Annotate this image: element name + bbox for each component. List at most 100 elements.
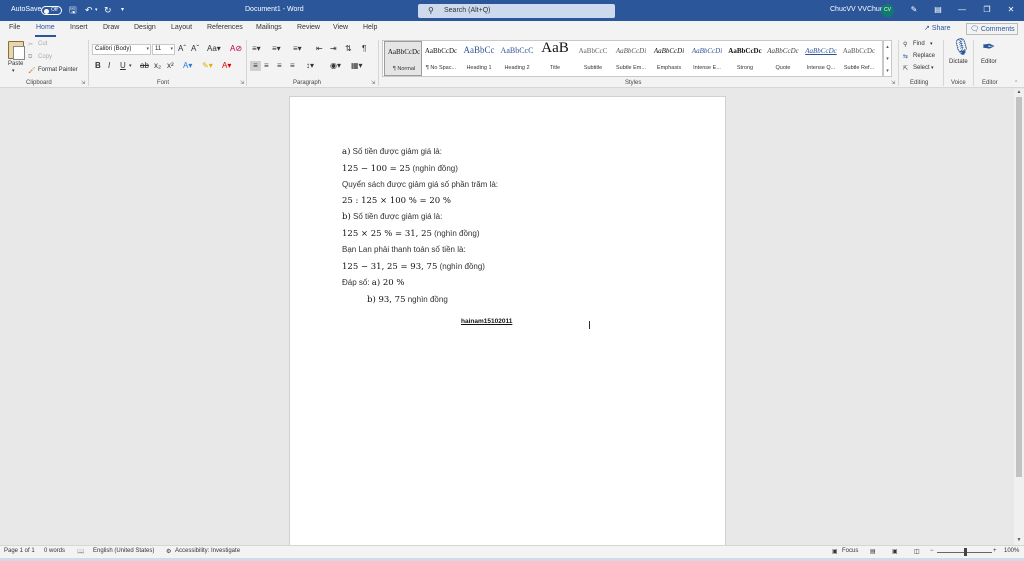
style-emphasis[interactable]: AaBbCcDi Emphasis bbox=[650, 41, 688, 76]
tab-help[interactable]: Help bbox=[363, 24, 377, 31]
microphone-icon[interactable]: 🎙 bbox=[951, 39, 971, 57]
customize-toolbar-icon[interactable]: ▾ bbox=[121, 4, 124, 16]
style-heading-1[interactable]: AaBbCc Heading 1 bbox=[460, 41, 498, 76]
style-title[interactable]: AaB Title bbox=[536, 40, 574, 76]
close-icon[interactable]: ✕ bbox=[1004, 3, 1018, 17]
dictate-button[interactable]: Dictate bbox=[949, 59, 968, 65]
zoom-level[interactable]: 100% bbox=[1004, 548, 1019, 554]
zoom-slider-thumb[interactable] bbox=[964, 548, 967, 556]
autosave-toggle[interactable]: Off bbox=[41, 6, 62, 15]
find-dropdown-icon[interactable]: ▾ bbox=[930, 41, 933, 47]
superscript-icon[interactable]: x² bbox=[167, 61, 174, 71]
font-name-combo[interactable]: Calibri (Body) ▾ bbox=[92, 44, 151, 55]
restore-icon[interactable]: ❐ bbox=[980, 3, 994, 17]
select-button[interactable]: Select bbox=[913, 65, 930, 71]
share-button[interactable]: ↗ Share bbox=[924, 23, 960, 35]
grow-font-icon[interactable]: Aˆ bbox=[178, 44, 186, 54]
bold-icon[interactable]: B bbox=[95, 61, 101, 71]
align-right-icon[interactable]: ≡ bbox=[277, 61, 282, 71]
tab-design[interactable]: Design bbox=[134, 24, 156, 31]
avatar[interactable]: CV bbox=[881, 4, 894, 17]
style-intense-quote[interactable]: AaBbCcDc Intense Q... bbox=[802, 41, 840, 76]
ribbon-display-icon[interactable]: ▤ bbox=[931, 3, 945, 17]
undo-dropdown-icon[interactable]: ▾ bbox=[95, 4, 98, 16]
accessibility-status[interactable]: Accessibility: Investigate bbox=[175, 548, 240, 554]
read-mode-icon[interactable]: ▤ bbox=[870, 548, 876, 555]
style-subtle-emphasis[interactable]: AaBbCcDi Subtle Em... bbox=[612, 41, 650, 76]
borders-icon[interactable]: ▦▾ bbox=[351, 61, 363, 71]
line-spacing-icon[interactable]: ↕▾ bbox=[306, 61, 314, 71]
align-center-icon[interactable]: ≡ bbox=[264, 61, 269, 71]
font-color-icon[interactable]: A▾ bbox=[222, 61, 231, 71]
styles-launcher-icon[interactable]: ⇲ bbox=[891, 80, 895, 86]
style-quote[interactable]: AaBbCcDc Quote bbox=[764, 41, 802, 76]
style-intense-emphasis[interactable]: AaBbCcDi Intense E... bbox=[688, 41, 726, 76]
text-effects-icon[interactable]: A▾ bbox=[183, 61, 192, 71]
tab-home[interactable]: Home bbox=[35, 24, 56, 37]
increase-indent-icon[interactable]: ⇥ bbox=[330, 44, 337, 54]
format-painter-button[interactable]: Format Painter bbox=[38, 67, 78, 73]
bullets-icon[interactable]: ≡▾ bbox=[252, 44, 261, 54]
tab-mailings[interactable]: Mailings bbox=[256, 24, 282, 31]
zoom-out-icon[interactable]: − bbox=[930, 548, 934, 554]
change-case-icon[interactable]: Aa▾ bbox=[207, 44, 221, 54]
styles-gallery-scroll[interactable]: ▴ ▾ ▾ bbox=[883, 40, 892, 77]
numbering-icon[interactable]: ≡▾ bbox=[272, 44, 281, 54]
highlight-icon[interactable]: ✎▾ bbox=[202, 61, 213, 71]
style-no-spacing[interactable]: AaBbCcDc ¶ No Spac... bbox=[422, 41, 460, 76]
tab-view[interactable]: View bbox=[333, 24, 348, 31]
clipboard-launcher-icon[interactable]: ⇲ bbox=[81, 80, 85, 86]
scroll-up-icon[interactable]: ▲ bbox=[1014, 89, 1024, 95]
replace-button[interactable]: Replace bbox=[913, 53, 935, 59]
paste-label[interactable]: Paste bbox=[8, 61, 23, 67]
pen-icon[interactable]: ✎ bbox=[907, 3, 921, 17]
style-normal[interactable]: AaBbCcDc ¶ Normal bbox=[384, 41, 422, 76]
collapse-ribbon-icon[interactable]: ⌃ bbox=[1014, 80, 1018, 86]
focus-button[interactable]: Focus bbox=[842, 548, 858, 554]
style-subtle-reference[interactable]: AaBbCcDc Subtle Ref... bbox=[840, 41, 878, 76]
style-strong[interactable]: AaBbCcDc Strong bbox=[726, 41, 764, 76]
language-label[interactable]: English (United States) bbox=[93, 548, 154, 554]
select-dropdown-icon[interactable]: ▾ bbox=[931, 65, 934, 71]
save-icon[interactable]: 🖫 bbox=[69, 4, 77, 16]
web-layout-icon[interactable]: ◫ bbox=[914, 548, 920, 555]
page-count[interactable]: Page 1 of 1 bbox=[4, 548, 35, 554]
editor-button[interactable]: Editor bbox=[981, 59, 997, 65]
font-launcher-icon[interactable]: ⇲ bbox=[240, 80, 244, 86]
style-subtitle[interactable]: AaBbCcC Subtitle bbox=[574, 41, 612, 76]
justify-icon[interactable]: ≡ bbox=[290, 61, 295, 71]
tab-layout[interactable]: Layout bbox=[171, 24, 192, 31]
copy-button[interactable]: Copy bbox=[38, 54, 52, 60]
vertical-scrollbar[interactable]: ▲ ▼ bbox=[1014, 89, 1024, 545]
tab-draw[interactable]: Draw bbox=[103, 24, 119, 31]
comments-button[interactable]: 🗨 Comments bbox=[966, 23, 1018, 35]
scroll-down-icon[interactable]: ▼ bbox=[1014, 537, 1024, 543]
font-size-combo[interactable]: 11 ▾ bbox=[152, 44, 175, 55]
tab-review[interactable]: Review bbox=[297, 24, 320, 31]
shading-icon[interactable]: ◉▾ bbox=[330, 61, 341, 71]
tab-file[interactable]: File bbox=[9, 24, 20, 31]
decrease-indent-icon[interactable]: ⇤ bbox=[316, 44, 323, 54]
underline-icon[interactable]: U bbox=[120, 61, 126, 71]
editor-pen-icon[interactable]: ✒ bbox=[982, 39, 995, 57]
show-paragraph-marks-icon[interactable]: ¶ bbox=[362, 44, 366, 54]
print-layout-icon[interactable]: ▣ bbox=[892, 548, 898, 555]
scrollbar-thumb[interactable] bbox=[1016, 97, 1022, 477]
cut-button[interactable]: Cut bbox=[38, 41, 47, 47]
style-heading-2[interactable]: AaBbCcC Heading 2 bbox=[498, 41, 536, 76]
multilevel-list-icon[interactable]: ≡▾ bbox=[293, 44, 302, 54]
tab-insert[interactable]: Insert bbox=[70, 24, 88, 31]
find-button[interactable]: Find bbox=[913, 41, 925, 47]
shrink-font-icon[interactable]: Aˇ bbox=[191, 44, 199, 54]
undo-icon[interactable]: ↶ bbox=[85, 4, 93, 16]
sort-icon[interactable]: ⇅ bbox=[345, 44, 352, 54]
align-left-icon[interactable]: ≡ bbox=[250, 61, 261, 71]
minimize-icon[interactable]: — bbox=[955, 3, 969, 17]
strikethrough-icon[interactable]: ab bbox=[140, 61, 149, 71]
tab-references[interactable]: References bbox=[207, 24, 243, 31]
search-box[interactable]: ⚲ Search (Alt+Q) bbox=[418, 4, 615, 18]
paragraph-launcher-icon[interactable]: ⇲ bbox=[371, 80, 375, 86]
document-area[interactable]: a) Số tiền được giảm giá là: 125 − 100 =… bbox=[0, 89, 1014, 557]
clear-formatting-icon[interactable]: A⊘ bbox=[230, 44, 242, 54]
italic-icon[interactable]: I bbox=[108, 61, 110, 71]
